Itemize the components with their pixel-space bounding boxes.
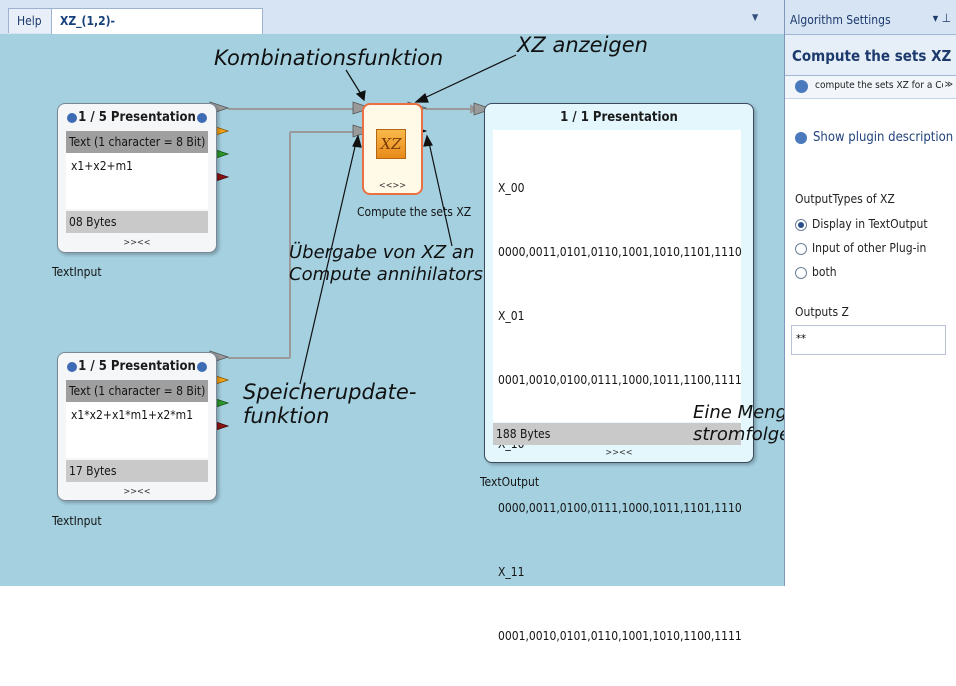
byte-count: 17 Bytes <box>66 460 208 482</box>
radio-both[interactable]: both <box>795 265 837 279</box>
show-plugin-description-label: Show plugin description <box>813 130 954 145</box>
algorithm-settings-panel: Algorithm Settings ▾ ⊥ Compute the sets … <box>784 0 956 586</box>
annotation-xz-anzeigen: XZ anzeigen <box>517 33 648 57</box>
xz-plugin-icon: XZ <box>376 129 406 159</box>
compute-sets-xz-plugin[interactable]: XZ <<>> <box>362 103 423 195</box>
text-info-bar: Text (1 character = 8 Bit) <box>66 131 208 153</box>
presentation-title: 1 / 5 Presentation <box>78 110 196 125</box>
radio-display-in-textoutput[interactable]: Display in TextOutput <box>795 217 928 231</box>
output-line: 0001,0010,0100,0111,1000,1011,1100,1111 <box>498 373 742 387</box>
output-types-label: OutputTypes of XZ <box>795 192 895 206</box>
radio-label: Input of other Plug-in <box>812 241 927 255</box>
plugin-caption: TextOutput <box>480 475 540 489</box>
plugin-caption: TextInput <box>52 514 102 528</box>
tab-help[interactable]: Help <box>8 8 52 33</box>
radio-button[interactable] <box>795 266 807 279</box>
algorithm-description: compute the sets XZ for a Co <box>815 80 943 91</box>
text-input-plugin-1[interactable]: 1 / 5 Presentation Text (1 character = 8… <box>57 103 217 253</box>
annotation-line: Übergabe von XZ an <box>289 242 475 263</box>
radio-button[interactable] <box>795 218 807 231</box>
panel-title: Algorithm Settings <box>790 13 891 27</box>
output-line: X_00 <box>498 181 525 195</box>
resize-grip-icon[interactable]: <<>> <box>364 181 421 191</box>
outputs-z-label: Outputs Z <box>795 305 849 319</box>
show-plugin-description-link[interactable]: Show plugin description <box>795 130 953 145</box>
resize-grip-icon[interactable]: >><< <box>58 487 216 497</box>
next-presentation-icon[interactable] <box>197 362 207 372</box>
text-input-plugin-2[interactable]: 1 / 5 Presentation Text (1 character = 8… <box>57 352 217 501</box>
text-info-bar: Text (1 character = 8 Bit) <box>66 380 208 402</box>
text-input-field[interactable]: x1+x2+m1 <box>66 153 208 209</box>
byte-count: 08 Bytes <box>66 211 208 233</box>
radio-label: Display in TextOutput <box>812 217 928 231</box>
panel-header: Algorithm Settings ▾ ⊥ <box>785 0 956 35</box>
radio-button[interactable] <box>795 242 807 255</box>
tab-list-dropdown-icon[interactable]: ▼ <box>752 13 758 23</box>
annotation-line: Speicherupdate- <box>243 380 417 404</box>
annotation-uebergabe: Übergabe von XZ an Compute annihilators <box>289 242 483 286</box>
next-presentation-icon[interactable] <box>197 113 207 123</box>
info-icon <box>795 80 808 93</box>
output-line: X_11 <box>498 565 525 579</box>
plugin-caption: TextInput <box>52 265 102 279</box>
algorithm-description-bar[interactable]: compute the sets XZ for a Co ≫ <box>785 76 956 99</box>
output-line: 0000,0011,0101,0110,1001,1010,1101,1110 <box>498 245 742 259</box>
text-output-field[interactable]: X_00 0000,0011,0101,0110,1001,1010,1101,… <box>493 130 742 643</box>
presentation-title: 1 / 5 Presentation <box>78 359 196 374</box>
resize-grip-icon[interactable]: >><< <box>485 448 753 458</box>
presentation-title: 1 / 1 Presentation <box>560 110 678 125</box>
radio-label: both <box>812 265 837 279</box>
annotation-line: Compute annihilators <box>289 264 483 285</box>
text-input-field[interactable]: x1*x2+x1*m1+x2*m1 <box>66 402 208 458</box>
annotation-speicherupdate: Speicherupdate- funktion <box>243 380 416 428</box>
algorithm-title: Compute the sets XZ <box>792 47 952 65</box>
output-line: 0001,0010,0101,0110,1001,1010,1100,1111 <box>498 629 742 643</box>
radio-input-of-other-plugin[interactable]: Input of other Plug-in <box>795 241 926 255</box>
output-line: X_01 <box>498 309 525 323</box>
pin-icon[interactable]: ▾ ⊥ <box>933 11 951 25</box>
plugin-caption: Compute the sets XZ <box>357 205 472 219</box>
document-tab-strip: Help XZ_(1,2)-summationgenerator.cte ▼ <box>0 0 784 53</box>
expand-chevron-icon[interactable]: ≫ <box>945 80 953 90</box>
algorithm-title-bar: Compute the sets XZ <box>785 35 956 76</box>
annotation-kombinationsfunktion: Kombinationsfunktion <box>214 46 444 70</box>
resize-grip-icon[interactable]: >><< <box>58 238 216 248</box>
output-line: 0000,0011,0100,0111,1000,1011,1101,1110 <box>498 501 742 515</box>
tab-workspace-file[interactable]: XZ_(1,2)-summationgenerator.cte <box>51 8 263 53</box>
info-icon <box>795 131 807 144</box>
annotation-line: funktion <box>243 404 330 428</box>
outputs-z-input[interactable]: ** <box>791 325 946 355</box>
